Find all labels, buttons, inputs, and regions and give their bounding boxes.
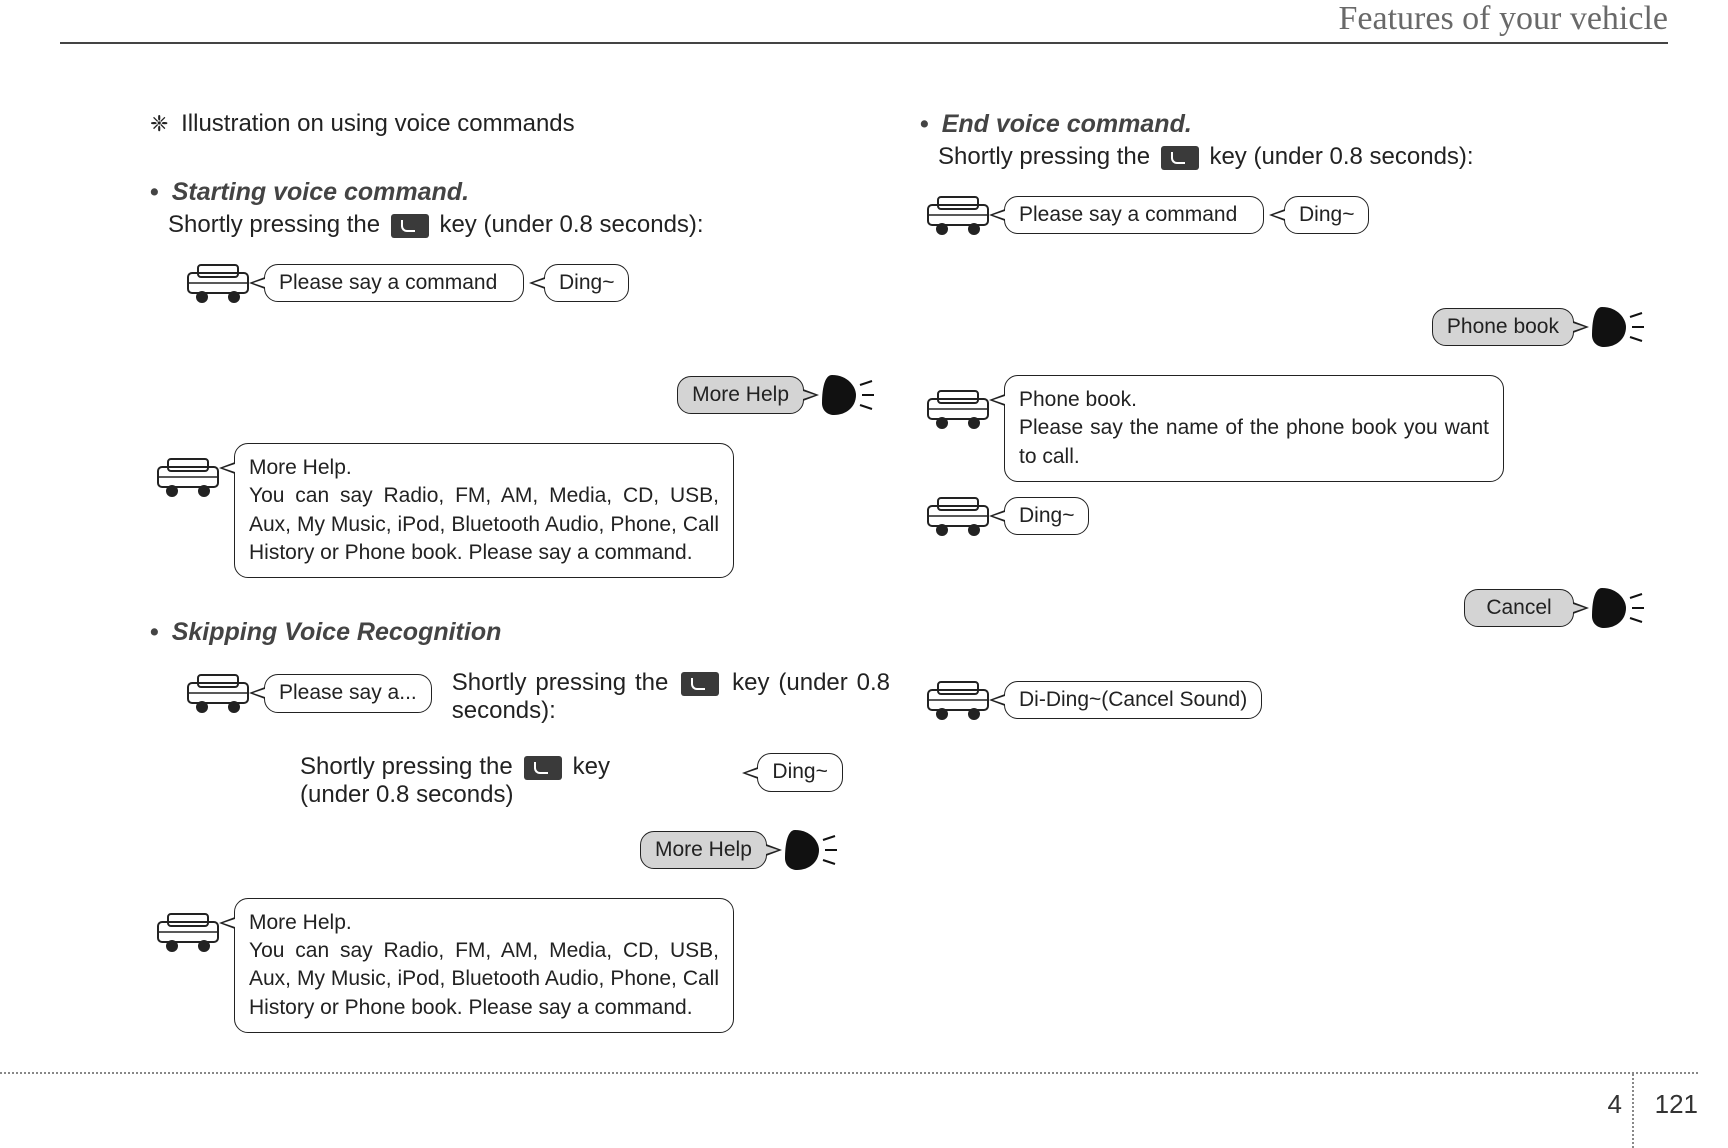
illustration-heading-text: Illustration on using voice commands: [181, 110, 575, 137]
header-title: Features of your vehicle: [1339, 0, 1669, 38]
skip-text-1-pre: Shortly pressing the: [452, 669, 669, 696]
more-help-l1: More Help.: [249, 454, 719, 482]
bubble-phone-book: Phone book: [1432, 308, 1574, 346]
bubble-cancel-sound: Di-Ding~(Cancel Sound): [1004, 681, 1262, 719]
car-icon: [180, 669, 256, 717]
voice-key-icon: [681, 672, 719, 696]
voice-key-icon: [1161, 146, 1199, 170]
more-help2-l2: You can say Radio, FM, AM, Media, CD, US…: [249, 939, 719, 1019]
key-instruction-post: key (under 0.8 seconds):: [439, 211, 703, 238]
row-phone-book-block: Phone book. Please say the name of the p…: [920, 375, 1660, 482]
more-help2-l1: More Help.: [249, 909, 719, 937]
key-instruction-pre-r: Shortly pressing the: [938, 143, 1150, 170]
footer-vert-line: [1632, 1074, 1634, 1148]
row-cancel-user: Cancel: [920, 580, 1660, 636]
row-more-help-block: More Help. You can say Radio, FM, AM, Me…: [150, 443, 890, 578]
bubble-more-help: More Help: [677, 376, 804, 414]
car-icon: [920, 191, 996, 239]
footer-chapter: 4: [1608, 1089, 1622, 1120]
bubble-ding-2: Ding~: [757, 753, 842, 791]
key-instruction-post-r: key (under 0.8 seconds):: [1209, 143, 1473, 170]
section-start-voice: • Starting voice command.: [150, 178, 890, 207]
bubble-phone-book-block: Phone book. Please say the name of the p…: [1004, 375, 1504, 482]
footer-dashed-line: [0, 1072, 1698, 1074]
document-page: Features of your vehicle ❈ Illustration …: [0, 0, 1728, 1148]
section-start-voice-text: Starting voice command.: [172, 178, 469, 206]
bullet-icon: •: [920, 110, 929, 138]
more-help-l2: You can say Radio, FM, AM, Media, CD, US…: [249, 484, 719, 564]
row-ding2: Ding~: [920, 492, 1660, 540]
row-phone-book-user: Phone book: [920, 299, 1660, 355]
speaking-head-icon: [775, 822, 843, 878]
bubble-more-help-block-2: More Help. You can say Radio, FM, AM, Me…: [234, 898, 734, 1033]
illustration-heading: ❈ Illustration on using voice commands: [150, 110, 890, 138]
bullet-icon: •: [150, 618, 159, 646]
key-instruction-line-1: Shortly pressing the key (under 0.8 seco…: [168, 211, 890, 239]
bubble-ding-r: Ding~: [1284, 196, 1369, 234]
skip-row-2: Shortly pressing the key (under 0.8 seco…: [150, 753, 890, 877]
bubble-say-command: Please say a command: [264, 264, 524, 302]
reference-mark-icon: ❈: [150, 111, 168, 136]
right-column: • End voice command. Shortly pressing th…: [920, 110, 1660, 734]
bubble-say-command-r: Please say a command: [1004, 196, 1264, 234]
bubble-more-help-block: More Help. You can say Radio, FM, AM, Me…: [234, 443, 734, 578]
skip-row-1: Please say a... Shortly pressing the key…: [150, 669, 890, 725]
row-more-help-block-2: More Help. You can say Radio, FM, AM, Me…: [150, 898, 890, 1033]
section-skip-voice: • Skipping Voice Recognition: [150, 618, 890, 647]
row-more-help-user: More Help: [150, 367, 890, 423]
left-column: ❈ Illustration on using voice commands •…: [150, 110, 890, 1043]
footer-page: 121: [1655, 1089, 1698, 1120]
bubble-ding2: Ding~: [1004, 497, 1089, 535]
row-say-command: Please say a command Ding~: [180, 259, 890, 307]
row-say-command-r: Please say a command Ding~: [920, 191, 1660, 239]
header-rule: [60, 42, 1668, 44]
skip-text-1: Shortly pressing the key (under 0.8 seco…: [452, 669, 890, 725]
phone-book-l2: Please say the name of the phone book yo…: [1019, 416, 1489, 467]
car-icon: [150, 908, 226, 956]
skip-text-2-pre: Shortly pressing the: [300, 753, 513, 780]
bubble-say-a: Please say a...: [264, 674, 432, 712]
bubble-ding: Ding~: [544, 264, 629, 302]
section-end-voice: • End voice command.: [920, 110, 1660, 139]
bubble-cancel: Cancel: [1464, 589, 1574, 627]
phone-book-l1: Phone book.: [1019, 386, 1489, 414]
key-instruction-line-right: Shortly pressing the key (under 0.8 seco…: [938, 143, 1660, 171]
voice-key-icon: [391, 214, 429, 238]
skip-text-2: Shortly pressing the key (under 0.8 seco…: [300, 753, 610, 809]
speaking-head-icon: [1582, 299, 1650, 355]
key-instruction-pre: Shortly pressing the: [168, 211, 380, 238]
bullet-icon: •: [150, 178, 159, 206]
section-end-voice-text: End voice command.: [942, 110, 1192, 138]
section-skip-voice-text: Skipping Voice Recognition: [172, 618, 502, 646]
row-cancel-sound: Di-Ding~(Cancel Sound): [920, 676, 1660, 724]
car-icon: [180, 259, 256, 307]
speaking-head-icon: [1582, 580, 1650, 636]
bubble-more-help-2: More Help: [640, 831, 767, 869]
speaking-head-icon: [812, 367, 880, 423]
car-icon: [920, 676, 996, 724]
car-icon: [920, 492, 996, 540]
car-icon: [150, 453, 226, 501]
voice-key-icon: [524, 756, 562, 780]
car-icon: [920, 385, 996, 433]
